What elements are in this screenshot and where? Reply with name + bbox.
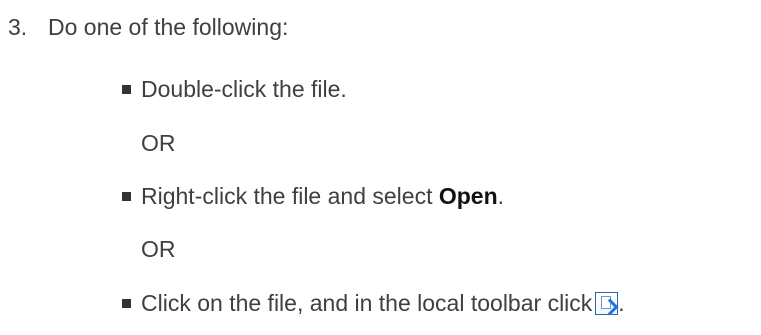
option-toolbar-click: Click on the file, and in the local tool… — [122, 286, 625, 320]
open-command-label: Open — [438, 183, 498, 209]
open-file-icon — [595, 292, 619, 315]
option-right-click: Right-click the file and select Open. — [122, 179, 504, 213]
step-instruction: Do one of the following: — [48, 14, 289, 40]
option-text-prefix: Right-click the file and select — [141, 183, 439, 209]
bullet-marker — [122, 299, 131, 308]
step-3: 3. Do one of the following: — [8, 8, 288, 46]
option-text-suffix: . — [618, 290, 625, 316]
step-number: 3. — [8, 14, 28, 40]
or-separator: OR — [141, 130, 176, 156]
option-text: Click on the file, and in the local tool… — [141, 290, 625, 316]
bullet-marker — [122, 192, 131, 201]
bullet-marker — [122, 85, 131, 94]
option-text-main: Click on the file, and in the local tool… — [141, 290, 593, 316]
option-text-suffix: . — [497, 183, 505, 209]
option-text: Right-click the file and select Open. — [141, 183, 504, 209]
option-text: Double-click the file. — [141, 76, 347, 102]
or-separator: OR — [141, 236, 176, 262]
option-double-click: Double-click the file. — [122, 72, 347, 106]
